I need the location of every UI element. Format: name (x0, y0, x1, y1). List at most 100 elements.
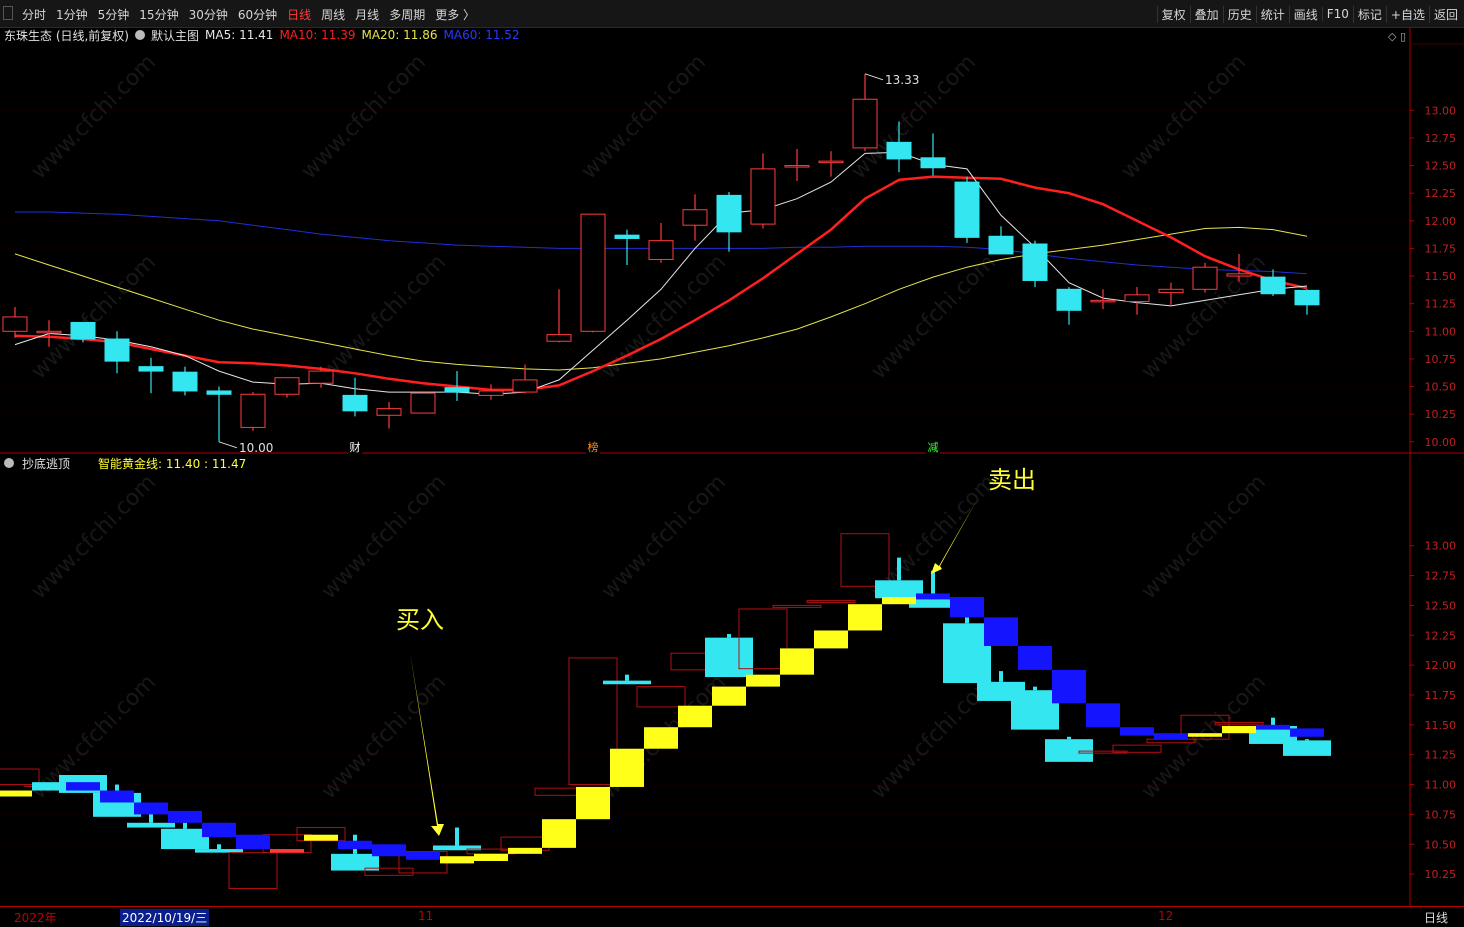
golden-band-block (848, 604, 882, 631)
golden-band-block (66, 782, 100, 791)
y-tick-label: 10.50 (1425, 838, 1457, 851)
watermark: www.cfchi.com (27, 470, 161, 604)
price-annotation: 13.33 (885, 73, 919, 87)
watermark: www.cfchi.com (1117, 50, 1251, 184)
candle-body (648, 240, 674, 260)
watermark: www.cfchi.com (317, 470, 451, 604)
y-tick-label: 11.50 (1425, 270, 1457, 283)
golden-band-block (712, 686, 746, 706)
golden-band-block (1154, 733, 1188, 740)
date-nov: 11 (418, 909, 434, 923)
watermark: www.cfchi.com (27, 250, 161, 384)
candle-body (70, 321, 96, 340)
sub-candle-outline (228, 852, 278, 889)
candle-body (852, 98, 878, 149)
sub-candle-block (875, 580, 923, 599)
sell-signal-label: 卖出 (988, 466, 1036, 494)
sub-candle-block (195, 849, 243, 853)
golden-band-block (270, 849, 304, 853)
sub-candle-block (127, 822, 175, 828)
golden-band-block (202, 822, 236, 838)
sub-candle-block (1283, 740, 1331, 756)
golden-band-block (100, 790, 134, 803)
golden-band-block (1086, 703, 1120, 728)
watermark: www.cfchi.com (867, 250, 1001, 384)
candle-body (1294, 289, 1320, 306)
candle-body (376, 408, 402, 416)
candle-body (784, 165, 810, 168)
y-tick-label: 10.00 (1425, 436, 1457, 449)
date-cursor: 2022/10/19/三 (120, 909, 210, 926)
y-tick-label: 12.50 (1425, 160, 1457, 173)
date-year: 2022年 (14, 911, 57, 925)
candle-body (546, 334, 572, 342)
candle-body (886, 141, 912, 160)
y-tick-label: 11.75 (1425, 689, 1457, 702)
watermark: www.cfchi.com (317, 250, 451, 384)
watermark: www.cfchi.com (577, 50, 711, 184)
golden-band-block (1018, 646, 1052, 670)
candle-body (274, 377, 300, 395)
candle-body (308, 370, 334, 384)
candle-body (716, 194, 742, 233)
sub-candle-outline (534, 787, 584, 796)
period-label[interactable]: 日线 (1424, 909, 1448, 926)
candle-body (920, 157, 946, 169)
watermark: www.cfchi.com (297, 50, 431, 184)
chart-canvas[interactable]: 13.00 12.75 12.50 12.25 12.00 11.75 11.50 11.25… (0, 0, 1464, 927)
golden-band-block (1120, 727, 1154, 736)
y-tick-label: 10.25 (1425, 408, 1457, 421)
watermark: www.cfchi.com (597, 250, 731, 384)
golden-band-block (508, 847, 542, 854)
y-tick-label: 10.25 (1425, 868, 1457, 881)
candle-body (750, 168, 776, 225)
candle-body (1124, 294, 1150, 302)
y-tick-label: 13.00 (1425, 104, 1457, 117)
candle-body (682, 209, 708, 226)
candle-body (1056, 288, 1082, 311)
golden-band-block (882, 597, 916, 605)
candle-body (240, 393, 266, 428)
golden-band-block (814, 630, 848, 649)
golden-band-block (1256, 724, 1290, 730)
sub-candle-outline (772, 604, 822, 608)
candle-body (410, 392, 436, 414)
sub-candle-block (603, 680, 651, 685)
golden-band-block (372, 844, 406, 857)
candle-body (444, 387, 470, 393)
candle-body (1226, 273, 1252, 277)
y-tick-label: 12.00 (1425, 215, 1457, 228)
y-tick-label: 11.50 (1425, 719, 1457, 732)
candle-body (954, 181, 980, 238)
candle-body (1022, 243, 1048, 281)
candle-body (1260, 276, 1286, 295)
golden-band-block (1052, 669, 1086, 704)
candle-body (818, 160, 844, 164)
y-tick-label: 12.25 (1425, 187, 1457, 200)
watermark: www.cfchi.com (27, 50, 161, 184)
buy-signal-label: 买入 (396, 606, 444, 634)
watermark: www.cfchi.com (597, 470, 731, 604)
watermark: www.cfchi.com (1137, 470, 1271, 604)
candle-body (988, 235, 1014, 255)
golden-band-block (950, 597, 984, 618)
golden-band-block (780, 648, 814, 675)
candle-body (206, 390, 232, 395)
candle-body (1090, 299, 1116, 303)
golden-band-block (678, 705, 712, 728)
candle-body (512, 379, 538, 393)
y-tick-label: 11.00 (1425, 779, 1457, 792)
golden-band-block (1290, 728, 1324, 737)
event-marker: 榜 (588, 440, 599, 454)
golden-band-block (304, 834, 338, 841)
ma10-line (14, 175, 1308, 392)
golden-band-block (916, 593, 950, 600)
candle-body (2, 316, 28, 332)
sub-candle-outline (806, 600, 856, 604)
golden-band-block (1222, 726, 1256, 734)
sub-candle-block (161, 828, 209, 850)
sub-candle-block (705, 637, 753, 678)
sub-candle-block (943, 623, 991, 684)
price-pointer (864, 73, 884, 81)
y-tick-label: 11.75 (1425, 242, 1457, 255)
